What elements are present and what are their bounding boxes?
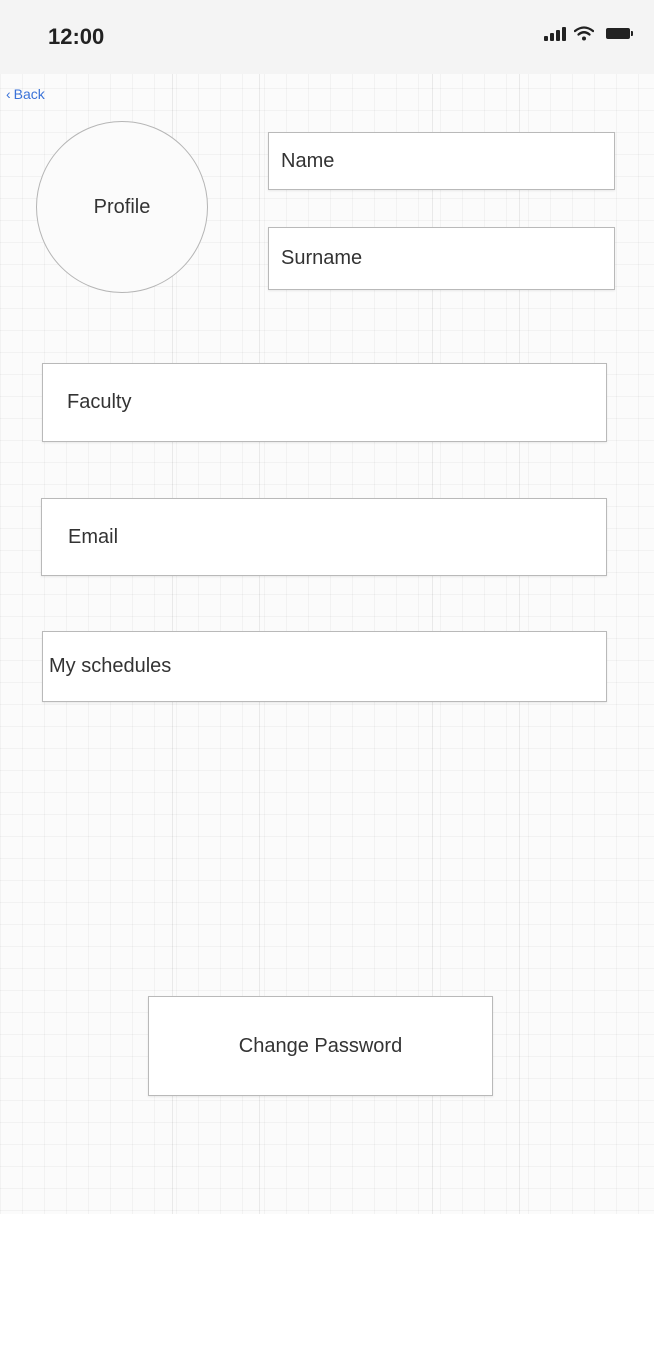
name-field[interactable]: Name bbox=[268, 132, 615, 190]
change-password-button[interactable]: Change Password bbox=[148, 996, 493, 1096]
avatar-label: Profile bbox=[93, 195, 151, 218]
wifi-icon bbox=[574, 26, 594, 41]
my-schedules-label: My schedules bbox=[49, 655, 172, 677]
status-bar: 12:00 bbox=[0, 0, 654, 74]
email-field[interactable]: Email bbox=[41, 498, 607, 576]
surname-field-label: Surname bbox=[281, 247, 363, 269]
battery-icon bbox=[606, 28, 633, 39]
signal-icon bbox=[544, 26, 566, 41]
status-time: 12:00 bbox=[48, 24, 105, 49]
email-field-label: Email bbox=[68, 525, 119, 548]
my-schedules-button[interactable]: My schedules bbox=[42, 631, 607, 702]
status-icons bbox=[544, 26, 633, 41]
profile-avatar[interactable]: Profile bbox=[36, 121, 208, 293]
faculty-field[interactable]: Faculty bbox=[42, 363, 607, 442]
surname-field[interactable]: Surname bbox=[268, 227, 615, 290]
back-label: Back bbox=[13, 86, 45, 102]
name-field-label: Name bbox=[281, 149, 335, 172]
phone-screen: 12:00 ‹ Back Profile Name Surname Facult… bbox=[0, 0, 654, 1214]
back-button[interactable]: ‹ Back bbox=[6, 86, 45, 102]
chevron-left-icon: ‹ bbox=[6, 86, 11, 102]
faculty-field-label: Faculty bbox=[67, 391, 132, 413]
change-password-label: Change Password bbox=[238, 1034, 403, 1057]
